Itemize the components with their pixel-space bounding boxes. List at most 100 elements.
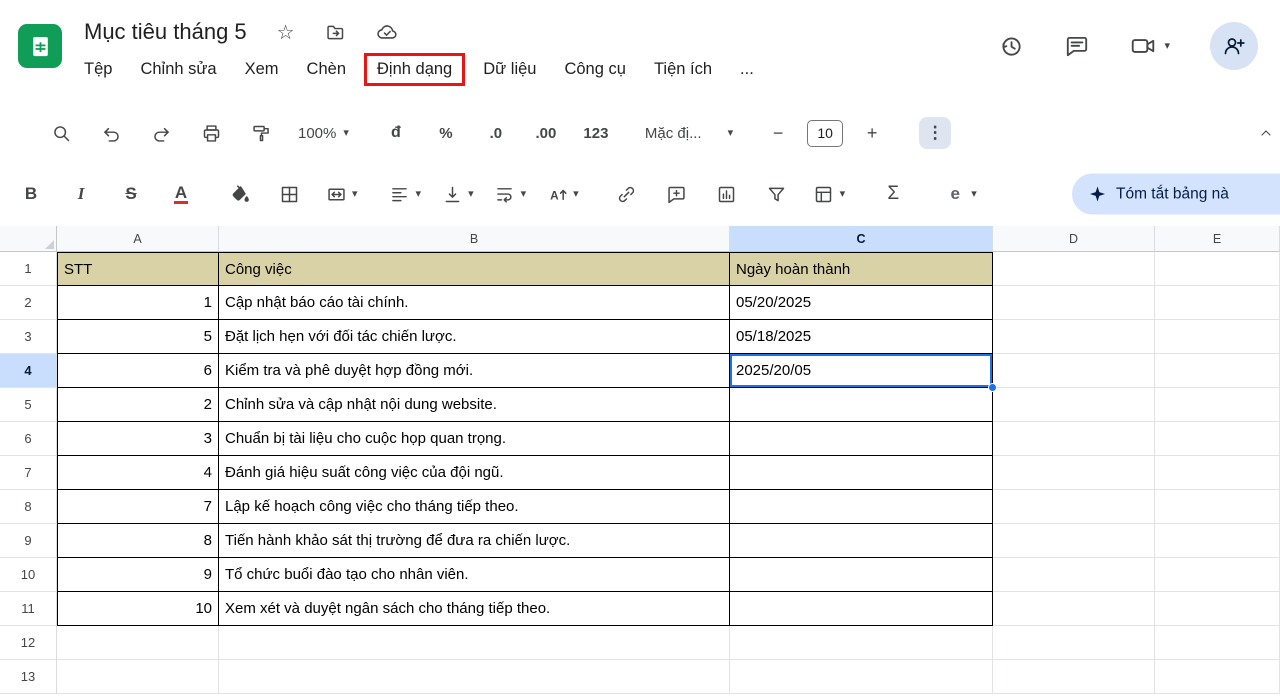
cell-D9[interactable]: [993, 524, 1155, 558]
search-icon[interactable]: [48, 117, 74, 149]
font-family-select[interactable]: Mặc đị... ▾: [645, 117, 733, 149]
menu-chen[interactable]: Chèn: [307, 60, 346, 79]
cell-A13[interactable]: [57, 660, 219, 694]
cell-D10[interactable]: [993, 558, 1155, 592]
cell-E10[interactable]: [1155, 558, 1280, 592]
table-views-button[interactable]: ▾: [811, 178, 846, 210]
insert-link-icon[interactable]: [614, 178, 640, 210]
cell-D8[interactable]: [993, 490, 1155, 524]
row-header[interactable]: 13: [0, 660, 57, 694]
vertical-align-button[interactable]: ▾: [439, 178, 474, 210]
cell-C2[interactable]: 05/20/2025: [730, 286, 993, 320]
cell-D4[interactable]: [993, 354, 1155, 388]
cell-C9[interactable]: [730, 524, 993, 558]
cell-E9[interactable]: [1155, 524, 1280, 558]
version-history-icon[interactable]: [998, 33, 1024, 59]
cell-A3[interactable]: 5: [57, 320, 219, 354]
cell-E11[interactable]: [1155, 592, 1280, 626]
cell-A4[interactable]: 6: [57, 354, 219, 388]
number-format-button[interactable]: 123: [583, 117, 609, 149]
cell-A10[interactable]: 9: [57, 558, 219, 592]
cell-E5[interactable]: [1155, 388, 1280, 422]
column-header-c-selected[interactable]: C: [730, 226, 993, 252]
menu-tien-ich[interactable]: Tiện ích: [654, 60, 712, 79]
italic-button[interactable]: I: [68, 178, 94, 210]
currency-format-button[interactable]: đ: [383, 117, 409, 149]
fill-handle[interactable]: [988, 383, 997, 392]
cell-D1[interactable]: [993, 252, 1155, 286]
row-header[interactable]: 11: [0, 592, 57, 626]
cell-B4[interactable]: Kiểm tra và phê duyệt hợp đồng mới.: [219, 354, 730, 388]
cell-C11[interactable]: [730, 592, 993, 626]
cell-C13[interactable]: [730, 660, 993, 694]
cell-A9[interactable]: 8: [57, 524, 219, 558]
cell-B5[interactable]: Chỉnh sửa và cập nhật nội dung website.: [219, 388, 730, 422]
row-header[interactable]: 12: [0, 626, 57, 660]
borders-icon[interactable]: [276, 178, 302, 210]
select-all-corner[interactable]: [0, 226, 57, 252]
cell-D6[interactable]: [993, 422, 1155, 456]
row-header[interactable]: 3: [0, 320, 57, 354]
row-header[interactable]: 1: [0, 252, 57, 286]
cell-C7[interactable]: [730, 456, 993, 490]
cell-A8[interactable]: 7: [57, 490, 219, 524]
cell-A12[interactable]: [57, 626, 219, 660]
sheets-logo-icon[interactable]: [18, 24, 62, 68]
cell-A2[interactable]: 1: [57, 286, 219, 320]
column-header-a[interactable]: A: [57, 226, 219, 252]
cell-B6[interactable]: Chuẩn bị tài liệu cho cuộc họp quan trọn…: [219, 422, 730, 456]
cell-E2[interactable]: [1155, 286, 1280, 320]
paint-format-icon[interactable]: [248, 117, 274, 149]
cell-B10[interactable]: Tổ chức buổi đào tạo cho nhân viên.: [219, 558, 730, 592]
cell-B7[interactable]: Đánh giá hiệu suất công việc của đội ngũ…: [219, 456, 730, 490]
ai-summarize-button[interactable]: Tóm tắt bảng nà: [1072, 174, 1280, 215]
decrease-decimal-button[interactable]: .0: [483, 117, 509, 149]
cell-A6[interactable]: 3: [57, 422, 219, 456]
meet-button[interactable]: ▾: [1130, 33, 1170, 59]
cell-B8[interactable]: Lập kế hoạch công việc cho tháng tiếp th…: [219, 490, 730, 524]
merge-cells-button[interactable]: ▾: [323, 178, 358, 210]
cell-A11[interactable]: 10: [57, 592, 219, 626]
filter-icon[interactable]: [764, 178, 790, 210]
comment-history-icon[interactable]: [1064, 33, 1090, 59]
menu-tep[interactable]: Tệp: [84, 60, 112, 79]
zoom-select[interactable]: 100% ▾: [298, 117, 349, 149]
print-icon[interactable]: [198, 117, 224, 149]
share-button[interactable]: [1210, 22, 1258, 70]
row-header[interactable]: 7: [0, 456, 57, 490]
cell-C6[interactable]: [730, 422, 993, 456]
cell-D12[interactable]: [993, 626, 1155, 660]
cell-E8[interactable]: [1155, 490, 1280, 524]
cell-E1[interactable]: [1155, 252, 1280, 286]
cell-E12[interactable]: [1155, 626, 1280, 660]
chevron-down-icon[interactable]: ▾: [1164, 41, 1170, 52]
cell-C8[interactable]: [730, 490, 993, 524]
menu-cong-cu[interactable]: Công cụ: [564, 60, 625, 79]
menu-dinh-dang-highlighted[interactable]: Định dạng: [364, 53, 465, 86]
row-header[interactable]: 5: [0, 388, 57, 422]
cell-A7[interactable]: 4: [57, 456, 219, 490]
cell-B13[interactable]: [219, 660, 730, 694]
cell-B1[interactable]: Công việc: [219, 252, 730, 286]
text-color-button[interactable]: A: [174, 184, 188, 205]
cell-A5[interactable]: 2: [57, 388, 219, 422]
decrease-font-size-button[interactable]: −: [765, 117, 791, 149]
menu-du-lieu[interactable]: Dữ liệu: [483, 60, 536, 79]
cell-E3[interactable]: [1155, 320, 1280, 354]
redo-icon[interactable]: [148, 117, 174, 149]
cell-B12[interactable]: [219, 626, 730, 660]
cell-D3[interactable]: [993, 320, 1155, 354]
row-header[interactable]: 9: [0, 524, 57, 558]
row-header[interactable]: 8: [0, 490, 57, 524]
column-header-b[interactable]: B: [219, 226, 730, 252]
cell-A1[interactable]: STT: [57, 252, 219, 286]
move-folder-icon[interactable]: [325, 22, 346, 43]
selected-cell-C4[interactable]: 2025/20/05: [730, 354, 993, 388]
row-header[interactable]: 2: [0, 286, 57, 320]
undo-icon[interactable]: [98, 117, 124, 149]
horizontal-align-button[interactable]: ▾: [387, 178, 422, 210]
cell-E6[interactable]: [1155, 422, 1280, 456]
cell-E4[interactable]: [1155, 354, 1280, 388]
cell-C3[interactable]: 05/18/2025: [730, 320, 993, 354]
cell-B11[interactable]: Xem xét và duyệt ngân sách cho tháng tiế…: [219, 592, 730, 626]
